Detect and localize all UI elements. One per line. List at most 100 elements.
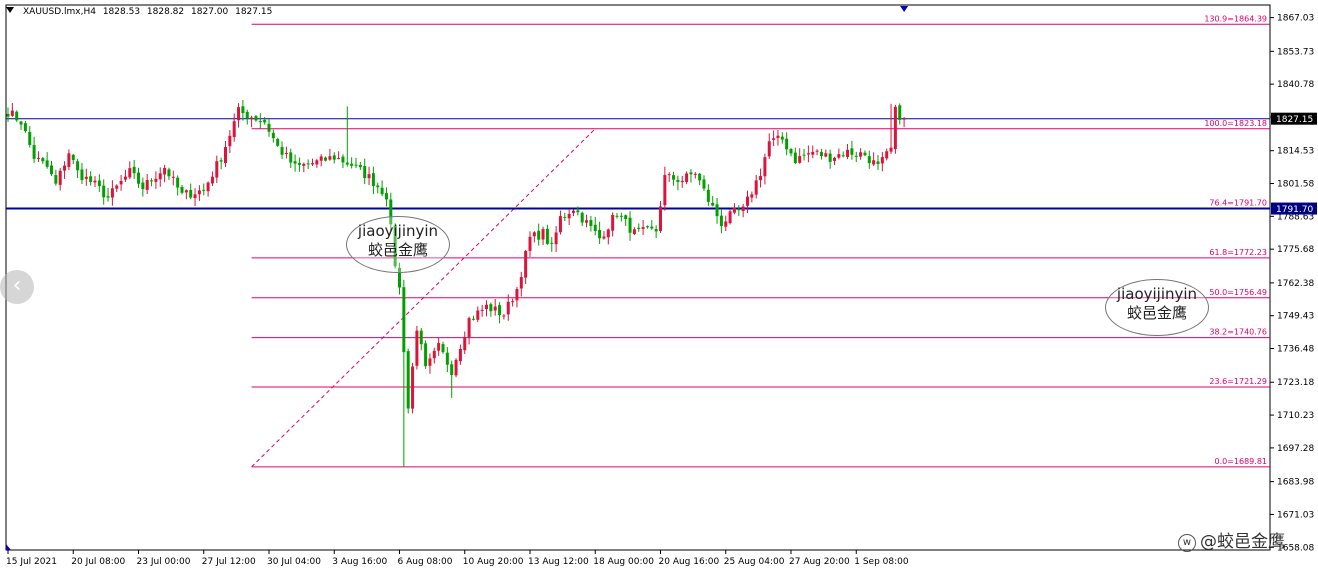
candle-body <box>654 229 658 232</box>
candle-body <box>445 352 449 365</box>
candle-body <box>15 111 19 121</box>
candle-body <box>580 212 584 223</box>
candle-body <box>767 141 771 157</box>
candle-body <box>106 196 110 198</box>
candle-body <box>824 153 828 157</box>
candle-body <box>415 330 419 366</box>
candle-body <box>332 155 336 160</box>
candle-body <box>324 157 328 161</box>
candle-body <box>341 156 345 163</box>
candle-body <box>519 277 523 289</box>
candle-body <box>97 180 101 187</box>
candle-body <box>6 113 10 117</box>
y-tick-label: 1840.78 <box>1277 80 1314 90</box>
candle-body <box>154 178 158 182</box>
candle-body <box>245 111 249 119</box>
candle-body <box>776 135 780 139</box>
candle-body <box>402 287 406 353</box>
candle-body <box>128 168 132 178</box>
candle-body <box>63 165 67 171</box>
x-tick-label: 23 Jul 00:00 <box>137 557 191 567</box>
candle-body <box>876 161 880 164</box>
candle-body <box>437 343 441 351</box>
candle-body <box>667 174 671 176</box>
candle-body <box>676 179 680 182</box>
y-tick-label: 1683.98 <box>1277 478 1314 488</box>
candle-body <box>184 190 188 193</box>
watermark-line1: jiaoyijinyin <box>1116 285 1198 303</box>
candle-body <box>471 318 475 320</box>
candle-body <box>693 173 697 175</box>
candle-body <box>224 147 227 163</box>
candle-body <box>337 158 341 160</box>
candle-body <box>237 107 241 121</box>
candle-body <box>806 153 810 155</box>
candle-body <box>589 220 593 227</box>
candle-body <box>532 232 536 237</box>
candle-body <box>741 206 745 212</box>
y-tick-label: 1736.48 <box>1277 345 1314 355</box>
candle-body <box>715 204 719 217</box>
dropdown-triangle-icon[interactable] <box>6 7 14 13</box>
candle-body <box>641 227 645 229</box>
candle-body <box>793 152 797 164</box>
candle-body <box>250 117 254 120</box>
candle-body <box>93 180 97 183</box>
symbol-label: XAUUSD.lmx,H4 <box>23 7 96 17</box>
corner-marker <box>6 544 11 550</box>
candle-body <box>524 250 528 278</box>
candle-body <box>197 190 201 195</box>
candle-body <box>189 189 193 198</box>
candle-body <box>293 161 297 164</box>
x-tick-label: 10 Aug 20:00 <box>463 557 524 567</box>
candle-body <box>833 157 836 161</box>
candle-body <box>145 180 149 190</box>
current-price-label: 1827.15 <box>1276 115 1313 125</box>
x-tick-label: 20 Jul 08:00 <box>71 557 125 567</box>
candle-body <box>284 152 288 154</box>
candle-body <box>176 177 180 188</box>
candle-body <box>54 175 58 184</box>
x-tick-label: 3 Aug 16:00 <box>332 557 387 567</box>
candle-body <box>615 215 619 217</box>
candle-body <box>750 194 754 198</box>
candle-body <box>219 160 223 162</box>
chevron-left-icon[interactable]: ‹ <box>0 270 34 304</box>
candle-body <box>58 170 62 185</box>
candle-body <box>859 152 863 157</box>
candle-body <box>263 119 267 123</box>
candle-body <box>846 149 850 157</box>
candle-body <box>36 157 40 159</box>
candle-body <box>28 132 32 145</box>
candle-body <box>746 196 749 206</box>
candle-body <box>45 160 49 167</box>
candle-body <box>711 202 715 206</box>
candle-body <box>511 301 515 303</box>
candle-body <box>872 160 876 165</box>
y-tick-label: 1697.28 <box>1277 444 1314 454</box>
candle-body <box>458 348 462 362</box>
candle-body <box>193 194 197 199</box>
y-tick-label: 1710.23 <box>1277 411 1314 421</box>
candle-body <box>593 224 597 231</box>
candle-body <box>728 211 732 224</box>
candle-body <box>585 220 589 223</box>
candle-body <box>537 230 541 240</box>
candle-body <box>367 174 371 179</box>
candle-body <box>780 136 784 140</box>
candle-body <box>19 121 23 125</box>
candle-body <box>802 154 806 156</box>
candle-body <box>411 366 415 409</box>
candle-body <box>732 207 736 213</box>
candle-body <box>132 166 136 174</box>
candle-body <box>515 289 519 301</box>
candle-body <box>302 163 306 166</box>
candle-body <box>554 232 558 245</box>
candle-body <box>158 173 162 180</box>
watermark-line2: 蛟邑金鹰 <box>367 241 428 259</box>
candle-body <box>232 121 236 138</box>
x-tick-label: 15 Jul 2021 <box>6 557 57 567</box>
candle-body <box>893 106 897 150</box>
y-tick-label: 1749.43 <box>1277 312 1314 322</box>
candle-body <box>271 132 275 139</box>
